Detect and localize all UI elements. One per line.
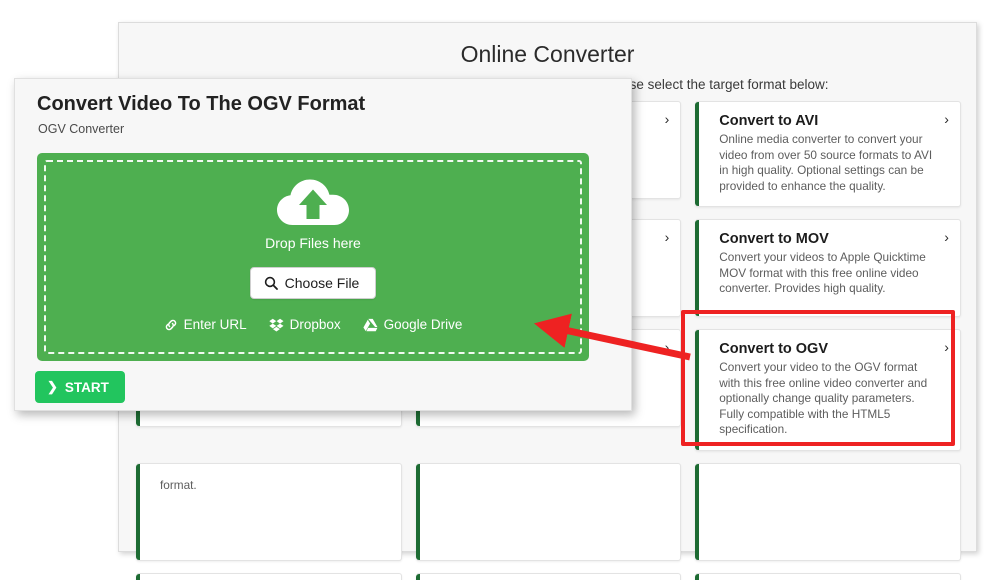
format-card-occluded[interactable] <box>415 462 682 561</box>
enter-url-link[interactable]: Enter URL <box>164 317 247 332</box>
start-button[interactable]: ❯ START <box>35 371 125 403</box>
link-icon <box>164 318 178 332</box>
choose-file-button[interactable]: Choose File <box>249 267 377 299</box>
chevron-right-icon[interactable]: › <box>944 230 949 244</box>
drop-files-label: Drop Files here <box>265 235 361 251</box>
format-card-cell: Convert to WMVConvert your videos to the… <box>409 567 689 580</box>
dropbox-label: Dropbox <box>289 317 341 332</box>
format-card-occluded[interactable]: format. <box>136 462 402 561</box>
google-drive-link[interactable]: Google Drive <box>363 317 463 332</box>
chevron-right-icon[interactable]: › <box>665 340 670 354</box>
chevron-right-icon[interactable]: › <box>665 112 670 126</box>
format-card-cell: Convert to MOV Convert your videos to App… <box>688 213 968 323</box>
card-title: Convert to AVI <box>719 113 819 129</box>
card-description: format. <box>160 477 197 492</box>
convert-dialog: Convert Video To The OGV Format OGV Conv… <box>14 78 632 411</box>
card-description: Convert your video to the OGV format wit… <box>719 360 928 436</box>
card-description: Convert your videos to Apple Quicktime M… <box>719 250 926 295</box>
card-title: Convert to OGV <box>719 341 829 357</box>
card-description: Online media converter to convert your v… <box>719 132 933 193</box>
dropzone-content: Drop Files here Choose File Enter URL Dr… <box>37 175 589 332</box>
enter-url-label: Enter URL <box>183 317 247 332</box>
google-drive-icon <box>363 318 378 332</box>
cloud-upload-icon <box>275 175 351 229</box>
format-card-occluded[interactable] <box>695 462 961 561</box>
dialog-title: Convert Video To The OGV Format <box>37 93 366 115</box>
format-card-occluded[interactable] <box>695 572 961 580</box>
choose-file-label: Choose File <box>284 275 360 291</box>
format-card-convert-to-avi[interactable]: Convert to AVI Online media converter to … <box>695 101 961 207</box>
format-card-cell: Convert to OGV Convert your video to the … <box>688 323 968 457</box>
search-icon <box>264 276 278 290</box>
file-dropzone[interactable]: Drop Files here Choose File Enter URL Dr… <box>37 153 589 361</box>
chevron-right-icon[interactable]: › <box>944 340 949 354</box>
card-title: Convert to MOV <box>719 231 829 247</box>
page-title: Online Converter <box>460 41 635 67</box>
chevron-right-icon[interactable]: › <box>944 112 949 126</box>
format-card-cell: format. <box>129 457 409 567</box>
google-drive-label: Google Drive <box>383 317 463 332</box>
format-card-convert-to-mov[interactable]: Convert to MOV Convert your videos to App… <box>695 219 961 317</box>
dropbox-link[interactable]: Dropbox <box>268 317 341 332</box>
chevron-right-icon[interactable]: › <box>665 230 670 244</box>
format-card-cell <box>688 567 968 580</box>
chevron-right-icon: ❯ <box>47 379 58 394</box>
screenshot-root: Online Converter Convert media files onl… <box>0 0 1000 580</box>
start-button-label: START <box>64 379 109 395</box>
format-card-convert-to-wmv[interactable]: Convert to WMVConvert your videos to the… <box>415 572 682 580</box>
format-card-cell: Convert to AVI Online media converter to … <box>688 95 968 213</box>
file-source-links: Enter URL Dropbox Google Drive <box>164 317 463 332</box>
format-card-convert-to-webm[interactable]: Convert to WEBMConvert a video to the br… <box>136 572 402 580</box>
dropbox-icon <box>268 318 284 332</box>
dialog-subtitle: OGV Converter <box>38 122 125 136</box>
format-card-cell <box>409 457 689 567</box>
format-card-cell: Convert to WEBMConvert a video to the br… <box>129 567 409 580</box>
format-card-convert-to-ogv[interactable]: Convert to OGV Convert your video to the … <box>695 329 961 451</box>
format-card-cell <box>688 457 968 567</box>
